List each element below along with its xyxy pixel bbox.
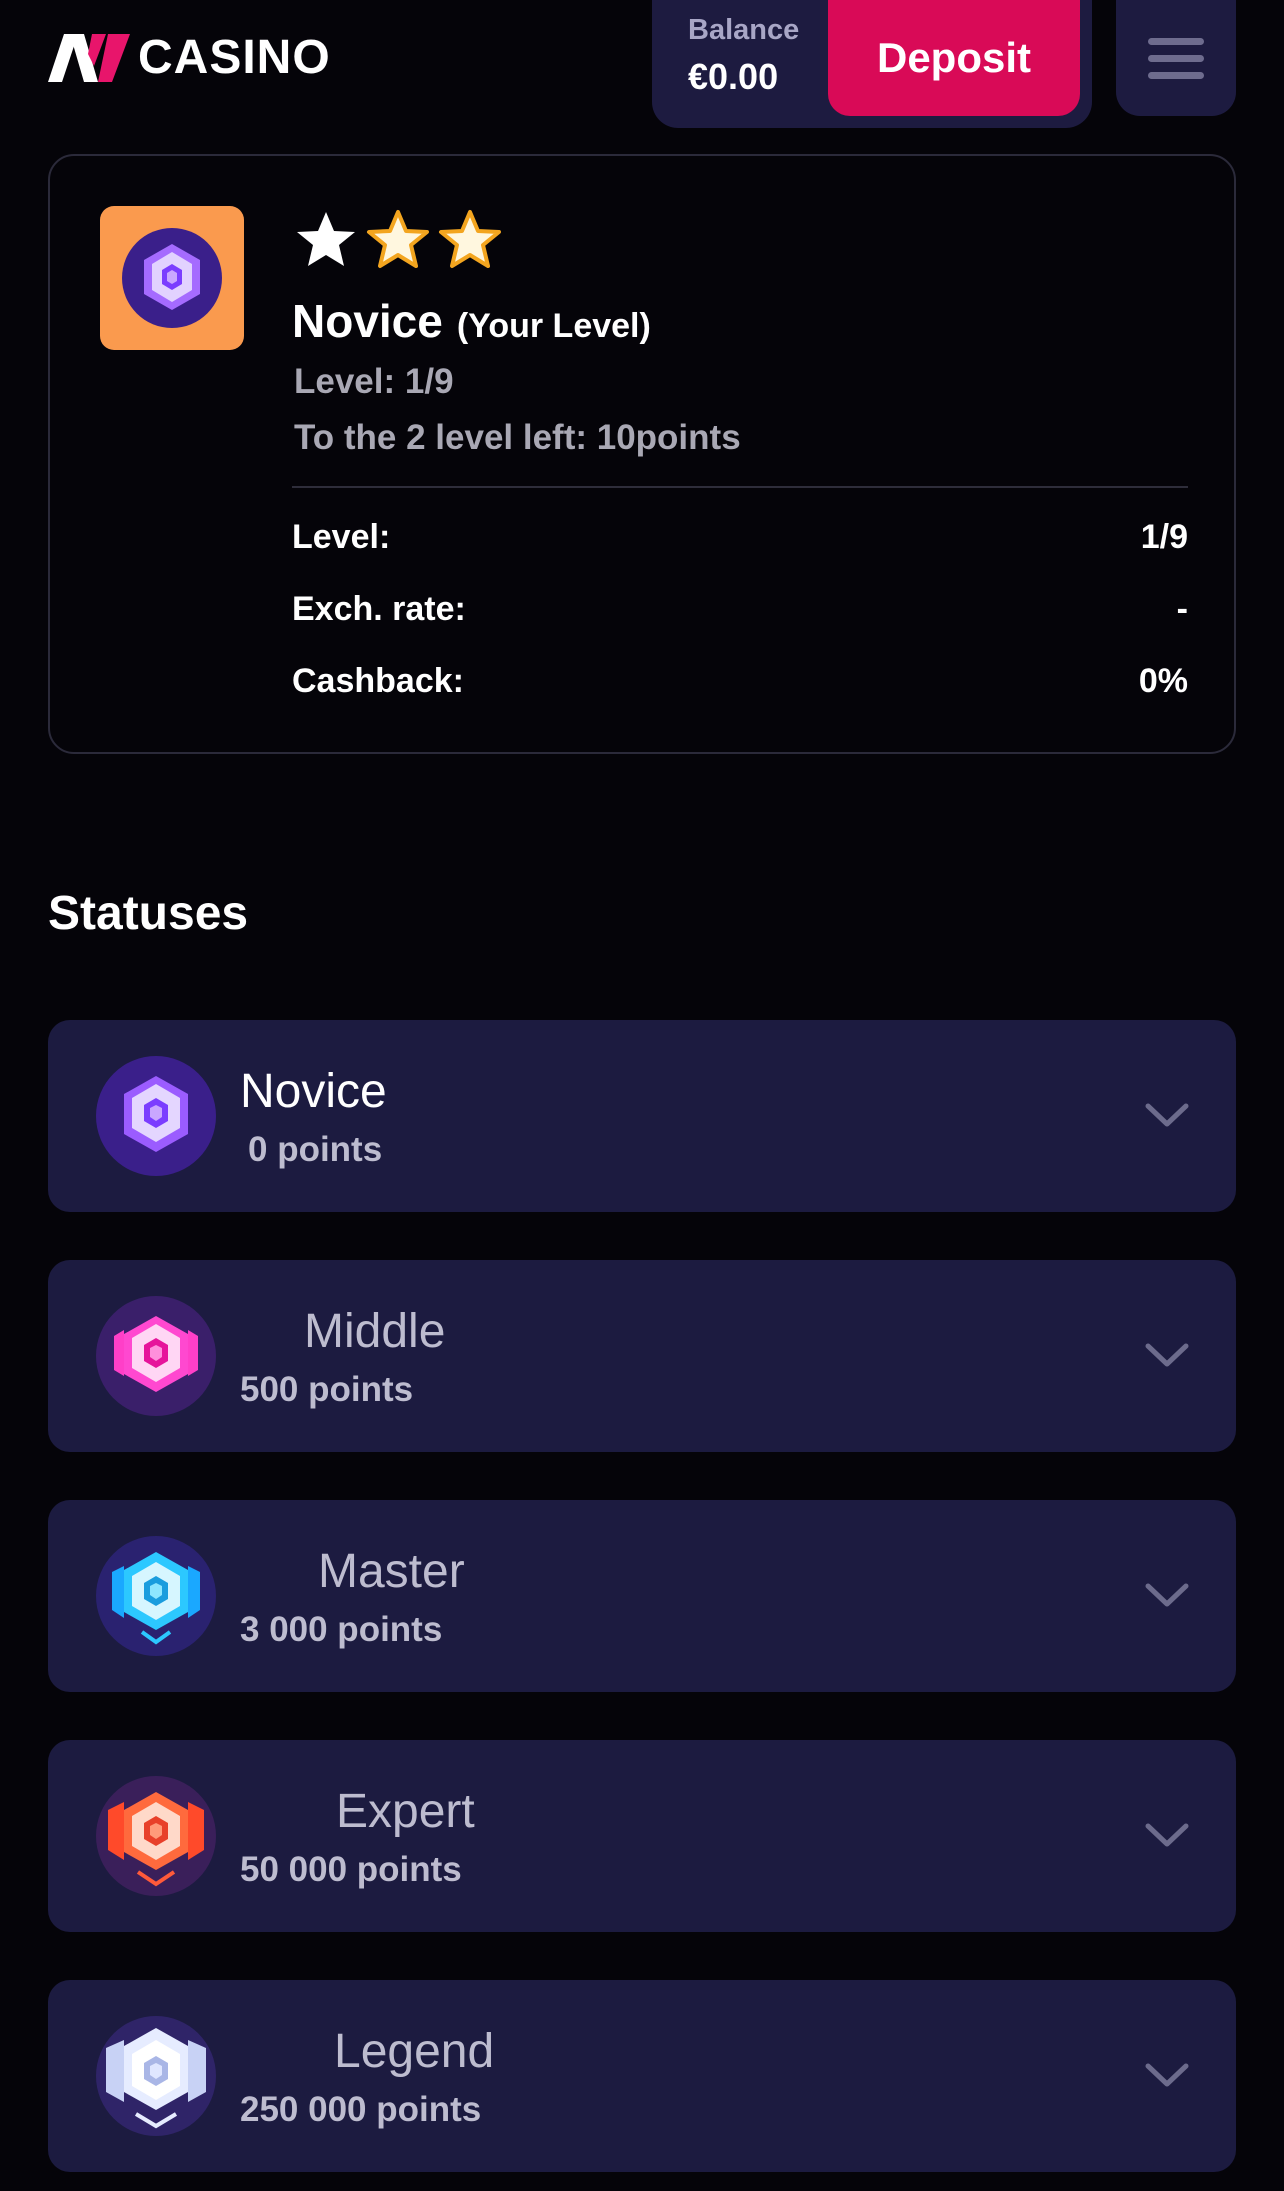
header: CASINO Balance €0.00 Deposit	[0, 0, 1284, 130]
status-item-novice[interactable]: Novice 0 points	[48, 1020, 1236, 1212]
stat-row-cashback: Cashback: 0%	[292, 662, 1188, 701]
chevron-down-icon[interactable]	[1142, 1096, 1192, 1136]
level-title: Novice (Your Level)	[292, 294, 651, 348]
status-item-master[interactable]: Master 3 000 points	[48, 1500, 1236, 1692]
stat-value: 1/9	[1140, 518, 1188, 556]
status-name: Middle	[304, 1305, 446, 1358]
logo[interactable]: CASINO	[48, 30, 331, 85]
balance-value: €0.00	[688, 56, 779, 97]
stat-value: -	[1176, 590, 1188, 628]
level-name: Novice	[292, 295, 443, 347]
level-stars	[294, 208, 502, 272]
status-item-expert[interactable]: Expert 50 000 points	[48, 1740, 1236, 1932]
stat-value: 0%	[1138, 662, 1188, 700]
hamburger-icon	[1148, 37, 1204, 45]
hamburger-icon-line	[1148, 71, 1204, 79]
status-points: 3 000 points	[240, 1610, 443, 1649]
divider	[292, 486, 1188, 488]
status-points: 500 points	[240, 1370, 414, 1409]
status-name: Master	[318, 1545, 465, 1598]
next-level-text: To the 2 level left: 10points	[294, 418, 741, 457]
logo-text: CASINO	[138, 31, 331, 84]
stat-label: Level:	[292, 518, 391, 556]
star-filled-icon	[297, 212, 355, 266]
status-points: 0 points	[248, 1130, 383, 1169]
stat-row-level: Level: 1/9	[292, 518, 1188, 557]
status-item-middle[interactable]: Middle 500 points	[48, 1260, 1236, 1452]
chevron-down-icon[interactable]	[1142, 1816, 1192, 1856]
status-points: 250 000 points	[240, 2090, 482, 2129]
current-level-icon	[100, 206, 244, 350]
master-badge-icon	[96, 1536, 216, 1656]
statuses-heading: Statuses	[48, 887, 249, 940]
status-name: Expert	[336, 1785, 475, 1838]
stat-row-exchange-rate: Exch. rate: -	[292, 590, 1188, 629]
novice-badge-icon	[122, 228, 222, 328]
middle-badge-icon	[96, 1296, 216, 1416]
balance-label: Balance	[688, 14, 800, 46]
stat-label: Exch. rate:	[292, 590, 466, 628]
status-name: Legend	[334, 2025, 495, 2078]
status-points: 50 000 points	[240, 1850, 462, 1889]
chevron-down-icon[interactable]	[1142, 1336, 1192, 1376]
expert-badge-icon	[96, 1776, 216, 1896]
vip-status-page: CASINO Balance €0.00 Deposit Novice (You…	[0, 0, 1284, 2191]
legend-badge-icon	[96, 2016, 216, 2136]
your-level-tag: (Your Level)	[456, 307, 651, 345]
novice-badge-icon	[96, 1056, 216, 1176]
status-name: Novice	[240, 1065, 387, 1118]
star-empty-icon	[439, 210, 501, 268]
current-level-card: Novice (Your Level) Level: 1/9 To the 2 …	[48, 154, 1236, 754]
deposit-button[interactable]: Deposit	[828, 0, 1080, 116]
chevron-down-icon[interactable]	[1142, 1576, 1192, 1616]
status-item-legend[interactable]: Legend 250 000 points	[48, 1980, 1236, 2172]
balance-panel[interactable]: Balance €0.00 Deposit	[652, 0, 1092, 128]
hamburger-icon-line	[1148, 54, 1204, 62]
level-progress-text: Level: 1/9	[294, 362, 454, 401]
logo-mark-icon	[48, 33, 130, 82]
chevron-down-icon[interactable]	[1142, 2056, 1192, 2096]
stat-label: Cashback:	[292, 662, 464, 700]
menu-button[interactable]	[1116, 0, 1236, 116]
star-empty-icon	[367, 210, 429, 268]
